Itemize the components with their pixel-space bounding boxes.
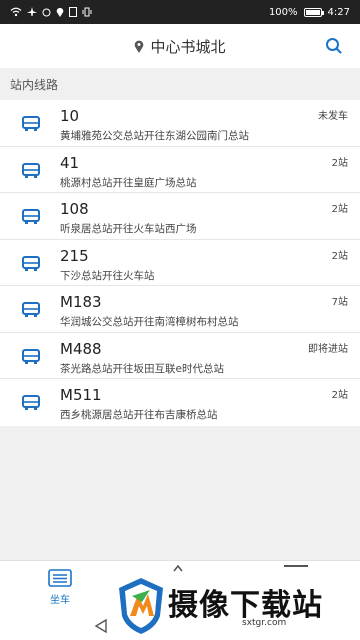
arrival-status: 2站 bbox=[331, 204, 348, 215]
airplane-icon bbox=[27, 7, 37, 16]
route-direction: 西乡桃源居总站开往布吉康桥总站 bbox=[60, 409, 218, 421]
wifi-icon bbox=[10, 7, 22, 17]
route-number: 41 bbox=[60, 153, 80, 172]
watermark-url: sxtgr.com bbox=[242, 618, 287, 628]
bus-icon bbox=[22, 395, 40, 410]
watermark: 摄像下载站 sxtgr.com bbox=[114, 574, 354, 640]
route-number: M511 bbox=[60, 386, 102, 404]
route-direction: 听泉居总站开往火车站西广场 bbox=[60, 223, 197, 235]
route-number: 215 bbox=[60, 246, 89, 265]
bus-icon bbox=[22, 162, 40, 178]
status-bar: 100% 4:27 bbox=[0, 0, 360, 24]
battery-icon bbox=[303, 7, 324, 17]
route-row[interactable]: M488 茶光路总站开往坂田互联e时代总站 即将进站 bbox=[0, 332, 360, 379]
bus-icon bbox=[22, 348, 40, 364]
chevron-up-icon[interactable] bbox=[168, 563, 188, 573]
bus-icon bbox=[22, 255, 40, 271]
header: 中心书城北 bbox=[0, 24, 360, 68]
watermark-logo-icon bbox=[119, 578, 163, 634]
location-icon bbox=[56, 7, 64, 17]
route-list: 10 黄埔雅苑公交总站开往东湖公园南门总站 未发车 41 桃源村总站开往皇庭广场… bbox=[0, 100, 360, 426]
route-row[interactable]: M511 西乡桃源居总站开往布吉康桥总站 2站 bbox=[0, 379, 360, 426]
search-button[interactable] bbox=[324, 36, 344, 56]
arrival-status: 2站 bbox=[331, 250, 348, 262]
tab-ride[interactable]: 坐车 bbox=[38, 569, 82, 606]
bus-icon bbox=[22, 302, 40, 317]
battery-percent: 100% bbox=[268, 6, 298, 18]
bus-icon bbox=[22, 116, 40, 131]
route-row[interactable]: M183 华润城公交总站开往南湾樟树布村总站 7站 bbox=[0, 286, 360, 333]
back-icon[interactable] bbox=[94, 618, 108, 634]
arrival-status: 未发车 bbox=[318, 111, 348, 122]
section-label: 站内线路 bbox=[0, 68, 360, 100]
route-row[interactable]: 215 下沙总站开往火车站 2站 bbox=[0, 239, 360, 286]
route-number: M488 bbox=[60, 339, 102, 358]
route-direction: 茶光路总站开往坂田互联e时代总站 bbox=[60, 362, 224, 375]
route-direction: 黄埔雅苑公交总站开往东湖公园南门总站 bbox=[60, 130, 249, 142]
route-direction: 桃源村总站开往皇庭广场总站 bbox=[60, 176, 197, 189]
arrival-status: 2站 bbox=[331, 390, 348, 401]
station-title: 中心书城北 bbox=[134, 36, 226, 57]
route-row[interactable]: 108 听泉居总站开往火车站西广场 2站 bbox=[0, 193, 360, 240]
alarm-icon bbox=[42, 8, 51, 17]
route-number: 10 bbox=[60, 107, 80, 125]
clock: 4:27 bbox=[327, 6, 350, 18]
arrival-status: 7站 bbox=[331, 297, 348, 308]
list-icon bbox=[48, 569, 72, 587]
vibrate-icon bbox=[82, 7, 92, 17]
pin-icon bbox=[135, 40, 144, 53]
route-row[interactable]: 41 桃源村总站开往皇庭广场总站 2站 bbox=[0, 146, 360, 193]
route-number: 108 bbox=[60, 200, 89, 218]
search-icon bbox=[326, 38, 342, 54]
route-direction: 下沙总站开往火车站 bbox=[60, 269, 155, 282]
route-number: M183 bbox=[60, 293, 102, 311]
tab-more-indicator[interactable] bbox=[284, 565, 308, 567]
status-icons-right: 100% 4:27 bbox=[269, 7, 350, 18]
status-icons-left bbox=[10, 7, 92, 17]
station-name: 中心书城北 bbox=[150, 37, 226, 56]
bus-icon bbox=[22, 209, 40, 224]
arrival-status: 即将进站 bbox=[308, 343, 348, 355]
route-row[interactable]: 10 黄埔雅苑公交总站开往东湖公园南门总站 未发车 bbox=[0, 100, 360, 147]
card-icon bbox=[69, 7, 77, 17]
route-direction: 华润城公交总站开往南湾樟树布村总站 bbox=[60, 316, 239, 328]
arrival-status: 2站 bbox=[331, 157, 348, 169]
tab-ride-label: 坐车 bbox=[50, 595, 70, 606]
